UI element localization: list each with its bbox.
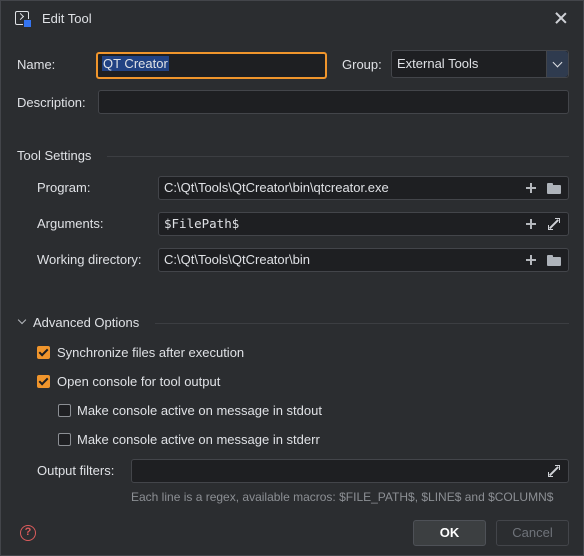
group-combobox[interactable]: External Tools	[391, 50, 569, 78]
arguments-value: $FilePath$	[164, 216, 240, 231]
arguments-label: Arguments:	[37, 216, 104, 231]
title-bar: Edit Tool	[1, 1, 583, 35]
collapse-chevron-icon[interactable]	[17, 315, 27, 325]
name-value: QT Creator	[102, 56, 169, 71]
edit-tool-dialog: Edit Tool Name: QT Creator Group: Extern…	[0, 0, 584, 556]
working-directory-label: Working directory:	[37, 252, 142, 267]
program-input[interactable]: C:\Qt\Tools\QtCreator\bin\qtcreator.exe	[158, 176, 569, 200]
section-divider	[155, 323, 569, 324]
advanced-options-title[interactable]: Advanced Options	[33, 315, 139, 330]
name-input[interactable]: QT Creator	[96, 52, 327, 79]
close-icon[interactable]	[554, 11, 568, 25]
working-directory-value: C:\Qt\Tools\QtCreator\bin	[164, 252, 310, 267]
add-macro-icon[interactable]	[526, 183, 536, 193]
group-label: Group:	[342, 57, 382, 72]
open-console-checkbox[interactable]	[37, 375, 50, 388]
output-filters-label: Output filters:	[37, 463, 115, 478]
app-icon	[15, 11, 32, 28]
expand-icon[interactable]	[548, 465, 560, 477]
add-macro-icon[interactable]	[526, 219, 536, 229]
section-divider	[107, 156, 569, 157]
dialog-title: Edit Tool	[42, 11, 92, 26]
stderr-active-checkbox[interactable]	[58, 433, 71, 446]
program-value: C:\Qt\Tools\QtCreator\bin\qtcreator.exe	[164, 180, 389, 195]
stderr-active-label[interactable]: Make console active on message in stderr	[77, 432, 320, 447]
name-label: Name:	[17, 57, 56, 72]
folder-icon[interactable]	[547, 255, 561, 266]
folder-icon[interactable]	[547, 183, 561, 194]
ok-button[interactable]: OK	[413, 520, 486, 546]
group-value: External Tools	[397, 56, 479, 71]
tool-settings-title: Tool Settings	[17, 148, 92, 163]
expand-icon[interactable]	[548, 218, 560, 230]
stdout-active-checkbox[interactable]	[58, 404, 71, 417]
description-input[interactable]	[98, 90, 569, 114]
chevron-down-icon	[552, 57, 563, 68]
output-filters-input[interactable]	[131, 459, 569, 483]
working-directory-input[interactable]: C:\Qt\Tools\QtCreator\bin	[158, 248, 569, 272]
stdout-active-label[interactable]: Make console active on message in stdout	[77, 403, 322, 418]
open-console-label[interactable]: Open console for tool output	[57, 374, 220, 389]
arguments-input[interactable]: $FilePath$	[158, 212, 569, 236]
sync-files-label[interactable]: Synchronize files after execution	[57, 345, 244, 360]
program-label: Program:	[37, 180, 91, 195]
add-macro-icon[interactable]	[526, 255, 536, 265]
help-icon[interactable]: ?	[20, 525, 36, 541]
description-label: Description:	[17, 95, 86, 110]
sync-files-checkbox[interactable]	[37, 346, 50, 359]
output-filters-hint: Each line is a regex, available macros: …	[131, 490, 554, 504]
cancel-button[interactable]: Cancel	[496, 520, 569, 546]
group-dropdown-button[interactable]	[546, 51, 568, 77]
